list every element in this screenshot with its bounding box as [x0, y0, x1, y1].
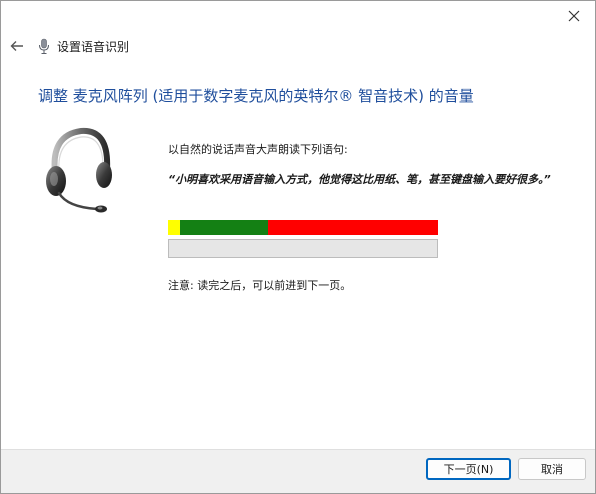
back-button[interactable]	[7, 36, 27, 56]
title-bar: 设置语音识别	[1, 31, 595, 61]
window-title: 设置语音识别	[57, 39, 130, 54]
meter-zone-low	[168, 220, 181, 235]
close-icon	[568, 10, 580, 22]
volume-progress-bar	[168, 239, 438, 258]
instruction-text: 以自然的说话声音大声朗读下列语句:	[168, 143, 348, 156]
close-button[interactable]	[559, 3, 589, 29]
microphone-icon	[37, 37, 51, 55]
volume-level-meter	[168, 220, 438, 235]
speech-setup-window: 设置语音识别 调整 麦克风阵列 (适用于数字麦克风的英特尔® 智音技术) 的音量	[0, 0, 596, 494]
meter-zone-high	[267, 220, 438, 235]
note-text: 注意: 读完之后，可以前进到下一页。	[168, 279, 352, 292]
page-heading: 调整 麦克风阵列 (适用于数字麦克风的英特尔® 智音技术) 的音量	[38, 87, 474, 105]
meter-zone-good	[180, 220, 268, 235]
dialog-footer: 下一页(N) 取消	[1, 449, 595, 493]
next-button[interactable]: 下一页(N)	[426, 458, 511, 480]
headset-icon	[41, 123, 121, 219]
cancel-button[interactable]: 取消	[518, 458, 586, 480]
back-arrow-icon	[10, 41, 23, 51]
sample-sentence: “小明喜欢采用语音输入方式，他觉得这比用纸、笔，甚至键盘输入要好很多。”	[168, 173, 551, 186]
